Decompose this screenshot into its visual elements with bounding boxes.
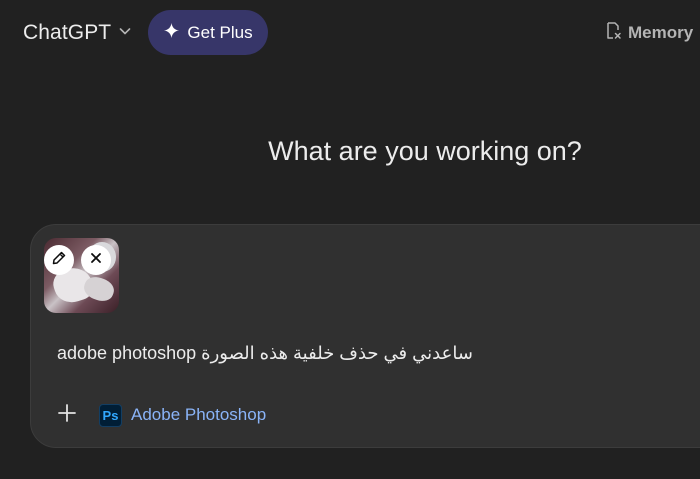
pencil-icon [51, 250, 67, 271]
plus-icon [57, 403, 77, 428]
remove-image-button[interactable] [81, 245, 111, 275]
memory-toggle[interactable]: Memory [604, 20, 693, 46]
memory-off-icon [604, 21, 622, 46]
chatgpt-window: ChatGPT Get Plus Memory What are you wor… [0, 0, 700, 479]
memory-label: Memory [628, 23, 694, 42]
tool-label: Adobe Photoshop [131, 405, 267, 424]
prompt-input[interactable]: ساعدني في حذف خلفية هذه الصورة adobe pho… [57, 343, 473, 364]
prompt-composer[interactable]: ساعدني في حذف خلفية هذه الصورة adobe pho… [30, 224, 700, 448]
get-plus-button[interactable]: Get Plus [148, 10, 268, 55]
page-headline: What are you working on? [268, 136, 582, 166]
photoshop-tool-chip[interactable]: Ps Adobe Photoshop [99, 402, 266, 428]
edit-image-button[interactable] [44, 245, 74, 275]
get-plus-label: Get Plus [187, 22, 253, 42]
model-switcher[interactable]: ChatGPT [14, 14, 141, 52]
model-name: ChatGPT [23, 21, 112, 44]
add-attachment-button[interactable] [53, 401, 81, 429]
sparkle-icon [163, 22, 180, 44]
close-icon [89, 251, 103, 270]
chevron-down-icon [118, 24, 132, 43]
photoshop-icon: Ps [99, 403, 122, 427]
